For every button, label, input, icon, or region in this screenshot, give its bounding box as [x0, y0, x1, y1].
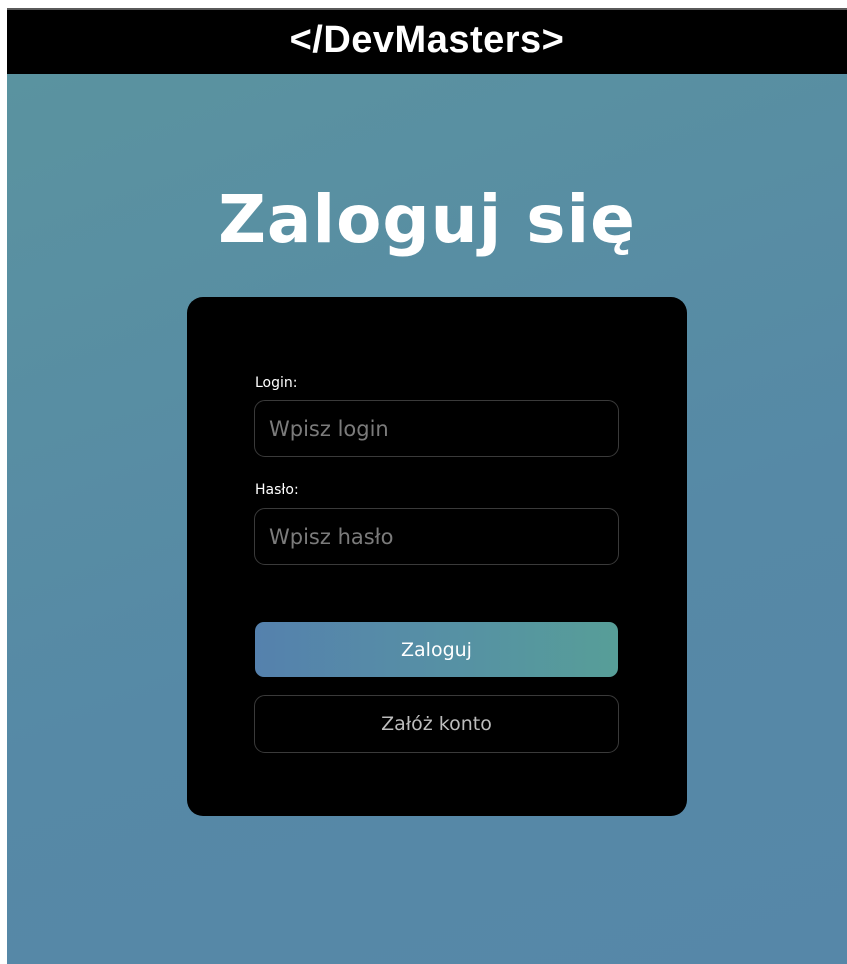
- password-input[interactable]: [254, 508, 619, 565]
- brand-logo[interactable]: </DevMasters>: [290, 19, 565, 62]
- login-label: Login:: [255, 375, 298, 391]
- page-background: </DevMasters> Zaloguj się Login: Hasło: …: [7, 8, 847, 964]
- top-bar: </DevMasters>: [7, 8, 847, 74]
- register-button[interactable]: Załóż konto: [254, 695, 619, 753]
- login-button[interactable]: Zaloguj: [255, 622, 618, 677]
- login-input[interactable]: [254, 400, 619, 457]
- password-label: Hasło:: [255, 482, 299, 498]
- login-card: Login: Hasło: Zaloguj Załóż konto: [187, 297, 687, 816]
- page-title: Zaloguj się: [218, 181, 636, 259]
